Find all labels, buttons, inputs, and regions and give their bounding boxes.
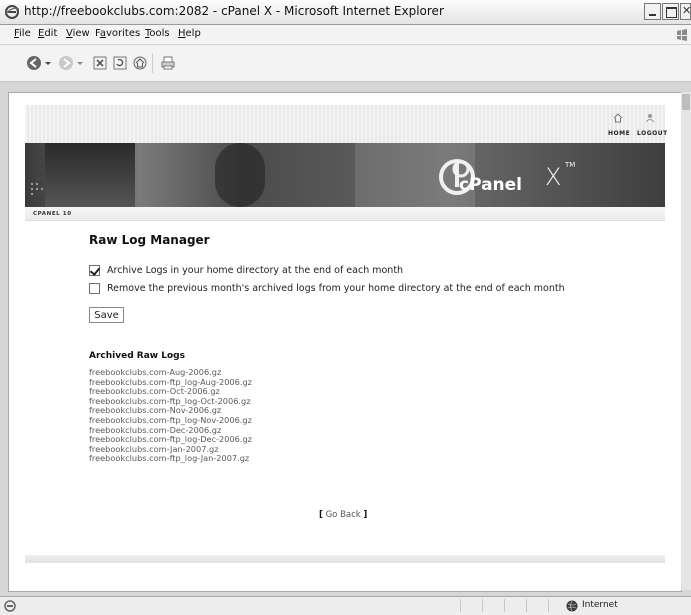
banner-dots-graphic — [30, 182, 44, 196]
title-bar: http://freebookclubs.com:2082 - cPanel X… — [0, 0, 691, 25]
vertical-scrollbar[interactable] — [681, 92, 691, 590]
toolbar-separator — [152, 53, 153, 73]
archive-logs-checkbox[interactable] — [89, 265, 100, 276]
menu-help[interactable]: Help — [178, 28, 201, 39]
archived-logs-heading: Archived Raw Logs — [89, 351, 185, 361]
home-nav-icon[interactable] — [613, 113, 623, 123]
status-cell — [460, 599, 481, 612]
refresh-icon[interactable] — [112, 55, 128, 71]
windows-flag-icon — [677, 29, 687, 41]
stop-icon[interactable] — [92, 55, 108, 71]
menu-favorites[interactable]: Favorites — [95, 28, 140, 39]
globe-icon — [566, 600, 578, 612]
menu-edit[interactable]: Edit — [38, 28, 57, 39]
internet-explorer-icon — [4, 5, 20, 19]
cpanel-x-mark: X — [545, 163, 562, 191]
close-button[interactable]: ✕ — [680, 3, 691, 20]
toolbar — [0, 45, 691, 82]
close-icon: ✕ — [682, 4, 691, 17]
minimize-button[interactable] — [644, 3, 661, 20]
status-cell — [482, 599, 503, 612]
archive-logs-label: Archive Logs in your home directory at t… — [107, 265, 404, 276]
cpanel-brand-text: cPanel — [459, 175, 523, 195]
remove-logs-label: Remove the previous month's archived log… — [107, 283, 565, 294]
page-footer-bar — [25, 555, 665, 563]
menu-tools[interactable]: Tools — [145, 28, 170, 39]
go-back-link[interactable]: Go Back — [326, 510, 361, 520]
archived-logs-list: freebookclubs.com-Aug-2006.gz freebookcl… — [89, 367, 252, 464]
status-cell — [526, 599, 547, 612]
breadcrumb[interactable]: CPANEL 10 — [33, 211, 72, 217]
go-back-container: [ Go Back ] — [319, 510, 367, 520]
forward-icon[interactable] — [58, 55, 74, 71]
logout-nav-icon[interactable] — [645, 113, 655, 123]
back-dropdown-icon[interactable] — [44, 55, 52, 71]
cpanel-top-nav: HOME LOGOUT — [25, 105, 668, 144]
window-title: http://freebookclubs.com:2082 - cPanel X… — [24, 4, 444, 18]
bracket-open: [ — [319, 510, 323, 520]
browser-window: http://freebookclubs.com:2082 - cPanel X… — [0, 0, 691, 615]
status-bar: Internet — [0, 596, 691, 615]
home-icon[interactable] — [132, 55, 148, 71]
breadcrumb-bar — [25, 207, 665, 221]
page-title: Raw Log Manager — [89, 233, 210, 247]
security-zone-label: Internet — [582, 600, 618, 610]
back-icon[interactable] — [26, 55, 42, 71]
status-cell — [504, 599, 525, 612]
maximize-button[interactable] — [662, 3, 679, 20]
bracket-close: ] — [363, 510, 368, 520]
cpanel-banner: cPanel X TM — [25, 143, 665, 207]
scrollbar-thumb[interactable] — [682, 94, 690, 110]
log-file-link[interactable]: freebookclubs.com-ftp_log-Jan-2007.gz — [89, 454, 252, 464]
banner-graphic — [45, 143, 135, 207]
minimize-icon — [649, 14, 656, 16]
save-button[interactable]: Save — [89, 307, 124, 323]
remove-logs-checkbox[interactable] — [89, 283, 100, 294]
forward-dropdown-icon[interactable] — [76, 55, 84, 71]
print-icon[interactable] — [160, 55, 176, 71]
maximize-icon — [666, 7, 677, 18]
page-status-icon — [4, 600, 16, 612]
menu-file[interactable]: File — [14, 28, 31, 39]
trademark-mark: TM — [565, 161, 576, 169]
home-link[interactable]: HOME — [608, 130, 630, 137]
menu-bar: File Edit View Favorites Tools Help — [0, 25, 691, 45]
menu-view[interactable]: View — [66, 28, 90, 39]
browser-viewport: HOME LOGOUT cPanel X TM CPANEL 10 Raw Lo… — [8, 92, 682, 592]
banner-graphic — [215, 143, 265, 207]
logout-link[interactable]: LOGOUT — [637, 130, 668, 137]
